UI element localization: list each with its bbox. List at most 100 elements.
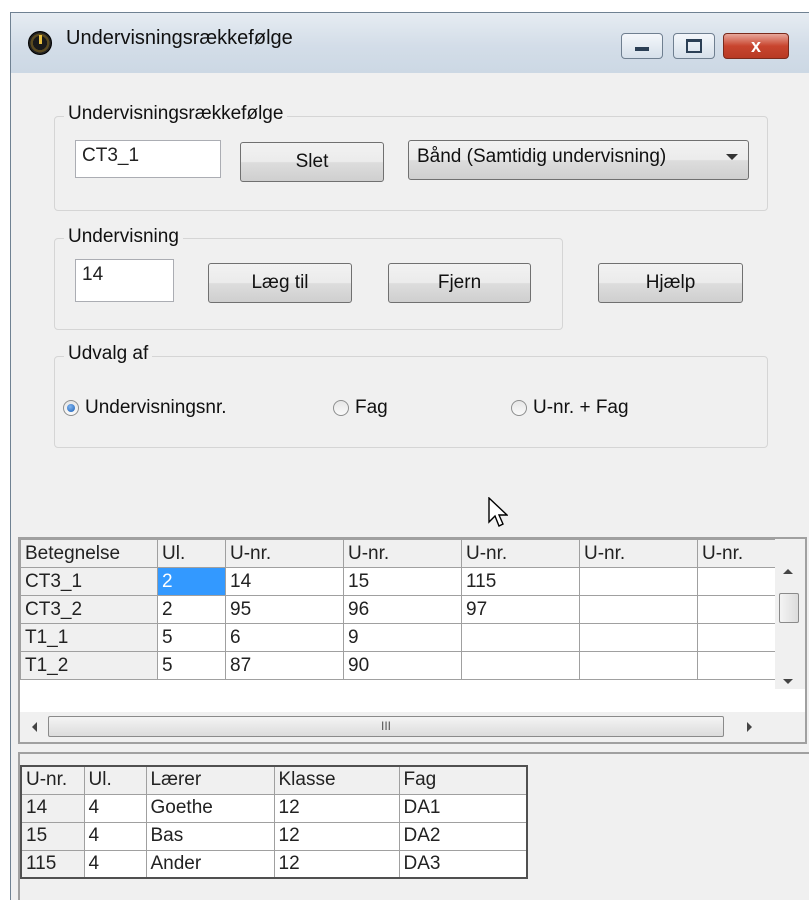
table-cell[interactable]: 115 <box>20 849 85 879</box>
scroll-down-icon[interactable] <box>783 679 793 684</box>
clock-icon <box>28 31 52 55</box>
table-cell[interactable]: 15 <box>343 567 462 596</box>
table-cell[interactable]: 95 <box>225 595 344 624</box>
column-header[interactable]: Lærer <box>145 765 275 795</box>
row-header[interactable]: CT3_2 <box>20 595 158 624</box>
column-header[interactable]: U-nr. <box>20 765 85 795</box>
radio-unselected-icon <box>333 400 349 416</box>
sequence-name-field[interactable]: CT3_1 <box>75 140 221 178</box>
table-cell[interactable]: DA1 <box>398 793 528 823</box>
table-cell[interactable] <box>697 595 786 624</box>
chevron-down-icon <box>726 154 738 160</box>
vertical-scrollbar[interactable] <box>775 539 805 689</box>
radio-lesson-and-subject[interactable]: U-nr. + Fag <box>511 397 629 419</box>
table-cell[interactable]: 5 <box>157 651 226 680</box>
table-cell[interactable]: Bas <box>145 821 275 851</box>
scroll-left-icon[interactable] <box>32 722 37 732</box>
table-row[interactable]: CT3_2 2 95 96 97 <box>20 595 786 624</box>
detail-table: U-nr. Ul. Lærer Klasse Fag 14 4 Goethe 1… <box>20 765 528 879</box>
table-cell[interactable]: 2 <box>157 567 226 596</box>
column-header[interactable]: Ul. <box>83 765 147 795</box>
table-cell[interactable]: DA2 <box>398 821 528 851</box>
table-cell[interactable]: 4 <box>83 849 147 879</box>
table-cell[interactable]: 12 <box>273 821 400 851</box>
radio-lesson-and-subject-label: U-nr. + Fag <box>533 397 629 418</box>
table-row[interactable]: CT3_1 2 14 15 115 <box>20 567 786 596</box>
mouse-pointer-icon <box>488 497 508 527</box>
table-cell[interactable]: 14 <box>20 793 85 823</box>
sequence-type-value: Bånd (Samtidig undervisning) <box>417 146 667 167</box>
column-header[interactable]: U-nr. <box>461 539 580 568</box>
horizontal-scrollbar[interactable]: III <box>20 712 805 742</box>
maximize-button[interactable] <box>673 33 715 59</box>
detail-grid[interactable]: U-nr. Ul. Lærer Klasse Fag 14 4 Goethe 1… <box>18 752 809 900</box>
table-cell[interactable]: 90 <box>343 651 462 680</box>
column-header[interactable]: U-nr. <box>225 539 344 568</box>
title-bar[interactable]: Undervisningsrækkefølge x <box>11 13 809 73</box>
scroll-up-icon[interactable] <box>783 569 793 574</box>
row-header[interactable]: CT3_1 <box>20 567 158 596</box>
table-cell[interactable]: Ander <box>145 849 275 879</box>
selection-group-title: Udvalg af <box>64 343 153 365</box>
delete-button[interactable]: Slet <box>240 142 384 182</box>
table-cell[interactable]: 12 <box>273 793 400 823</box>
table-cell[interactable] <box>697 651 786 680</box>
table-cell[interactable] <box>461 651 580 680</box>
table-cell[interactable] <box>579 595 698 624</box>
table-cell[interactable]: 87 <box>225 651 344 680</box>
table-cell[interactable] <box>697 567 786 596</box>
lesson-number-field[interactable]: 14 <box>75 259 174 302</box>
remove-button[interactable]: Fjern <box>388 263 531 303</box>
table-cell[interactable]: 12 <box>273 849 400 879</box>
table-row[interactable]: 15 4 Bas 12 DA2 <box>20 821 528 851</box>
column-header[interactable]: Fag <box>398 765 528 795</box>
help-button[interactable]: Hjælp <box>598 263 743 303</box>
add-button[interactable]: Læg til <box>208 263 352 303</box>
table-cell[interactable]: 97 <box>461 595 580 624</box>
close-button[interactable]: x <box>723 33 789 59</box>
vertical-scroll-thumb[interactable] <box>779 593 799 623</box>
column-header[interactable]: U-nr. <box>579 539 698 568</box>
table-cell[interactable]: 15 <box>20 821 85 851</box>
table-cell[interactable] <box>579 651 698 680</box>
row-header[interactable]: T1_1 <box>20 623 158 652</box>
table-cell[interactable]: 4 <box>83 793 147 823</box>
table-row[interactable]: T1_2 5 87 90 <box>20 651 786 680</box>
table-cell[interactable] <box>579 623 698 652</box>
table-cell[interactable]: 96 <box>343 595 462 624</box>
scroll-right-icon[interactable] <box>747 722 752 732</box>
window-title: Undervisningsrækkefølge <box>66 27 293 49</box>
table-row[interactable]: T1_1 5 6 9 <box>20 623 786 652</box>
table-cell[interactable]: 115 <box>461 567 580 596</box>
column-header[interactable]: U-nr. <box>343 539 462 568</box>
table-cell[interactable]: DA3 <box>398 849 528 879</box>
radio-lesson-number-label: Undervisningsnr. <box>85 397 227 418</box>
column-header[interactable]: Betegnelse <box>20 539 158 568</box>
minimize-button[interactable] <box>621 33 663 59</box>
radio-lesson-number[interactable]: Undervisningsnr. <box>63 397 227 419</box>
table-cell[interactable]: 4 <box>83 821 147 851</box>
table-row[interactable]: 14 4 Goethe 12 DA1 <box>20 793 528 823</box>
table-cell[interactable]: 14 <box>225 567 344 596</box>
column-header[interactable]: U-nr. <box>697 539 786 568</box>
sequence-grid[interactable]: Betegnelse Ul. U-nr. U-nr. U-nr. U-nr. U… <box>18 537 807 744</box>
table-cell[interactable]: 9 <box>343 623 462 652</box>
radio-subject[interactable]: Fag <box>333 397 388 419</box>
table-cell[interactable] <box>579 567 698 596</box>
lesson-group-title: Undervisning <box>64 226 183 248</box>
table-cell[interactable]: 2 <box>157 595 226 624</box>
horizontal-scroll-thumb[interactable]: III <box>48 716 724 737</box>
table-cell[interactable] <box>697 623 786 652</box>
column-header[interactable]: Klasse <box>273 765 400 795</box>
table-cell[interactable]: Goethe <box>145 793 275 823</box>
table-row[interactable]: 115 4 Ander 12 DA3 <box>20 849 528 879</box>
radio-subject-label: Fag <box>355 397 388 418</box>
column-header[interactable]: Ul. <box>157 539 226 568</box>
table-cell[interactable]: 5 <box>157 623 226 652</box>
table-cell[interactable]: 6 <box>225 623 344 652</box>
header-row: Betegnelse Ul. U-nr. U-nr. U-nr. U-nr. U… <box>20 539 786 568</box>
table-cell[interactable] <box>461 623 580 652</box>
row-header[interactable]: T1_2 <box>20 651 158 680</box>
sequence-type-dropdown[interactable]: Bånd (Samtidig undervisning) <box>408 140 749 180</box>
maximize-icon <box>686 39 702 53</box>
